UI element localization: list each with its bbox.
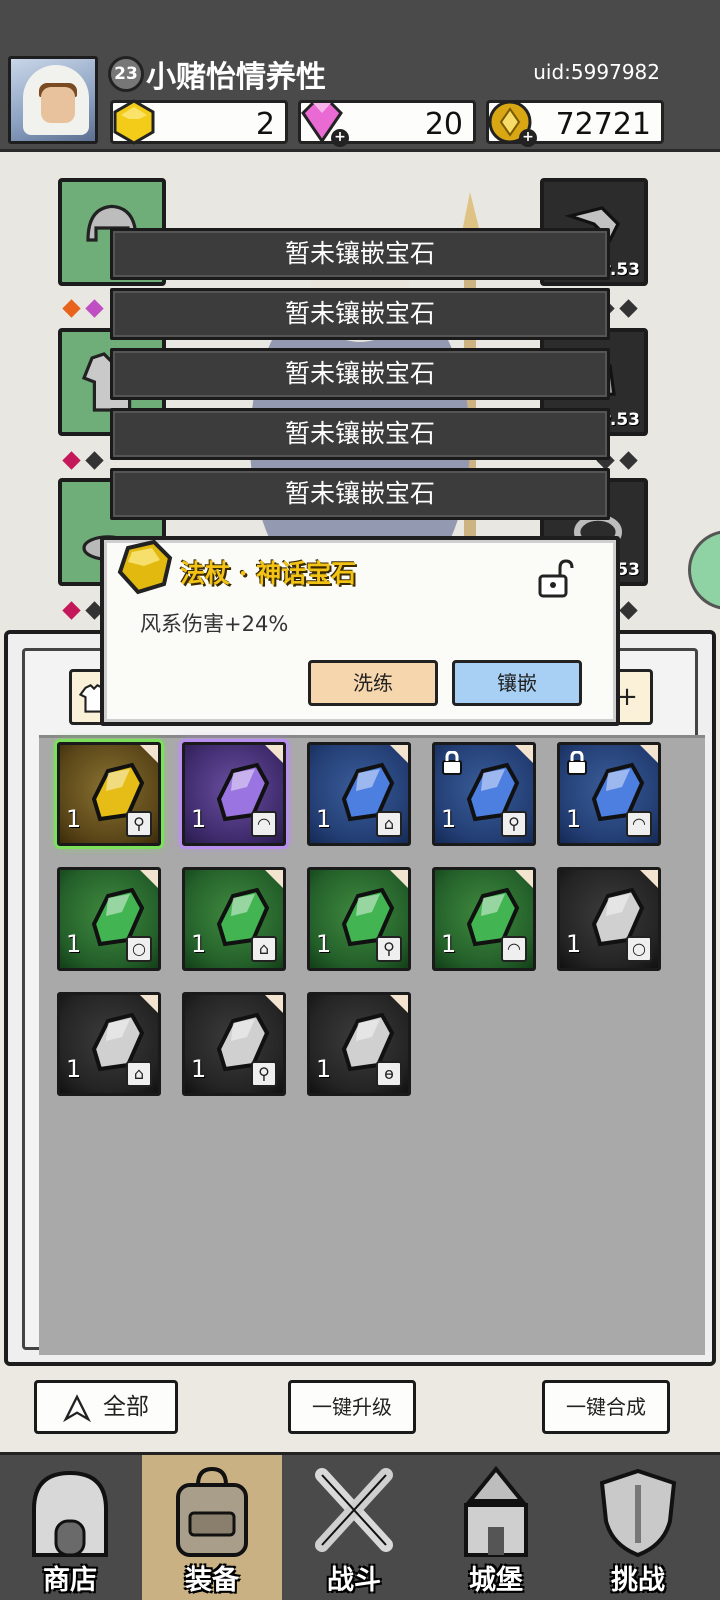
gem-count: 1 — [66, 1055, 82, 1083]
mythic-gem-icon — [117, 539, 173, 595]
currency-gold-gem[interactable]: 2 — [110, 99, 288, 145]
armor-type-icon: ⌂ — [251, 936, 277, 962]
tab-equipment-label: 装备 — [185, 1565, 239, 1596]
castle-icon — [464, 1465, 528, 1557]
inventory-gem-item[interactable]: 1 ○ — [57, 867, 161, 971]
inventory-gem-item[interactable]: 1 ⚲ — [182, 992, 286, 1096]
tab-equipment[interactable]: 装备 — [142, 1455, 282, 1600]
player-level-badge: 23 — [108, 56, 144, 92]
gem-socket[interactable]: 暂未镶嵌宝石 — [110, 228, 610, 280]
gem-count: 1 — [566, 930, 582, 958]
ring-type-icon: ○ — [126, 936, 152, 962]
inventory-inner: + 1 ⚲ 1 ◠ 1 ⌂ 1 ⚲ 1 ◠ 1 ○ 1 ⌂ 1 ⚲ 1 ◠ 1 ○ 1 ⌂ 1 ⚲ 1 ɵ — [22, 648, 705, 1355]
filter-all-button[interactable]: 全部 — [34, 1380, 178, 1434]
crossed-swords-icon — [315, 1468, 393, 1552]
gem-count: 1 — [316, 930, 332, 958]
gem-count: 1 — [441, 930, 457, 958]
coin-value: 72721 — [555, 107, 651, 142]
tab-castle[interactable]: 城堡 — [426, 1455, 566, 1600]
diamond-value: 20 — [424, 107, 463, 142]
gem-socket[interactable]: 暂未镶嵌宝石 — [110, 408, 610, 460]
top-header: 23 小赌怡情养性 uid:5997982 2 + 20 + 72721 — [0, 0, 720, 152]
filter-all-label: 全部 — [103, 1394, 149, 1420]
hat-type-icon: ◠ — [626, 811, 652, 837]
player-uid: uid:5997982 — [533, 60, 660, 84]
armor-type-icon: ⌂ — [126, 1061, 152, 1087]
inventory-gem-item[interactable]: 1 ○ — [557, 867, 661, 971]
slot-gems-left-2 — [60, 451, 106, 470]
wand-type-icon: ⚲ — [376, 936, 402, 962]
lock-icon — [442, 751, 462, 775]
inventory-gem-item[interactable]: 1 ⌂ — [307, 742, 411, 846]
hat-type-icon: ◠ — [501, 936, 527, 962]
gem-socket[interactable]: 暂未镶嵌宝石 — [110, 468, 610, 520]
shop-icon — [32, 1470, 108, 1557]
inventory-gem-item[interactable]: 1 ⚲ — [432, 742, 536, 846]
tab-shop[interactable]: 商店 — [0, 1455, 140, 1600]
tab-battle[interactable]: 战斗 — [284, 1455, 424, 1600]
inventory-gem-item[interactable]: 1 ◠ — [432, 867, 536, 971]
tab-castle-label: 城堡 — [469, 1565, 523, 1596]
gem-count: 1 — [191, 805, 207, 833]
tab-battle-label: 战斗 — [327, 1565, 381, 1596]
tab-challenge[interactable]: 挑战 — [568, 1455, 708, 1600]
gem-count: 1 — [66, 930, 82, 958]
triangle-up-icon — [63, 1393, 91, 1422]
currency-diamond[interactable]: + 20 — [298, 100, 476, 147]
unlock-icon[interactable] — [536, 558, 574, 598]
player-avatar[interactable] — [8, 56, 98, 144]
tab-shop-label: 商店 — [43, 1565, 97, 1596]
shield-icon — [599, 1468, 677, 1558]
merge-all-button[interactable]: 一键合成 — [542, 1380, 670, 1434]
gold-gem-value: 2 — [255, 107, 275, 142]
gem-inventory-panel: + 1 ⚲ 1 ◠ 1 ⌂ 1 ⚲ 1 ◠ 1 ○ 1 ⌂ 1 ⚲ 1 ◠ 1 ○ 1 ⌂ 1 ⚲ 1 ɵ — [4, 630, 716, 1366]
gem-socket[interactable]: 暂未镶嵌宝石 — [110, 288, 610, 340]
wand-type-icon: ⚲ — [501, 811, 527, 837]
inventory-gem-item[interactable]: 1 ◠ — [182, 742, 286, 846]
inlay-button[interactable]: 镶嵌 — [452, 660, 582, 706]
inventory-gem-item[interactable]: 1 ◠ — [557, 742, 661, 846]
gem-title: 法杖 · 神话宝石 — [180, 559, 357, 588]
hat-type-icon: ◠ — [251, 811, 277, 837]
inventory-gem-item[interactable]: 1 ⌂ — [182, 867, 286, 971]
gem-description: 风系伤害+24% — [140, 612, 289, 636]
slot-gems-left-1 — [60, 299, 106, 318]
gem-count: 1 — [316, 805, 332, 833]
gem-count: 1 — [191, 1055, 207, 1083]
backpack-icon — [176, 1466, 248, 1557]
player-name: 小赌怡情养性 — [146, 60, 326, 95]
inventory-gem-item[interactable]: 1ɵ — [307, 992, 411, 1096]
gem-count: 1 — [566, 805, 582, 833]
upgrade-all-button[interactable]: 一键升级 — [288, 1380, 416, 1434]
gem-count: 1 — [441, 805, 457, 833]
inventory-gem-item[interactable]: 1 ⚲ — [307, 867, 411, 971]
gem-socket[interactable]: 暂未镶嵌宝石 — [110, 348, 610, 400]
gold-gem-icon — [113, 99, 155, 145]
wand-type-icon: ⚲ — [251, 1061, 277, 1087]
gem-count: 1 — [316, 1055, 332, 1083]
gem-count: 1 — [66, 805, 82, 833]
wand-type-icon: ⚲ — [126, 811, 152, 837]
add-coin-icon[interactable]: + — [519, 129, 537, 147]
refine-button[interactable]: 洗练 — [308, 660, 438, 706]
currency-coin[interactable]: + 72721 — [486, 100, 664, 147]
ring-type-icon: ○ — [626, 936, 652, 962]
inventory-gem-item[interactable]: 1 ⚲ — [57, 742, 161, 846]
tab-challenge-label: 挑战 — [611, 1565, 665, 1596]
bottom-tab-bar: 商店 装备 战斗 城堡 挑战 — [0, 1452, 720, 1600]
gem-detail-popup: 法杖 · 神话宝石 风系伤害+24% 洗练 镶嵌 — [100, 536, 620, 726]
armor-type-icon: ⌂ — [376, 811, 402, 837]
necklace-type-icon: ɵ — [376, 1061, 402, 1087]
inventory-grid: 1 ⚲ 1 ◠ 1 ⌂ 1 ⚲ 1 ◠ 1 ○ 1 ⌂ 1 ⚲ 1 ◠ 1 ○ 1 ⌂ 1 ⚲ 1 ɵ — [39, 735, 705, 1355]
inventory-gem-item[interactable]: 1 ⌂ — [57, 992, 161, 1096]
lock-icon — [567, 751, 587, 775]
add-diamond-icon[interactable]: + — [331, 129, 349, 147]
gem-count: 1 — [191, 930, 207, 958]
gem-socket-list: 暂未镶嵌宝石 暂未镶嵌宝石 暂未镶嵌宝石 暂未镶嵌宝石 暂未镶嵌宝石 — [110, 228, 610, 528]
